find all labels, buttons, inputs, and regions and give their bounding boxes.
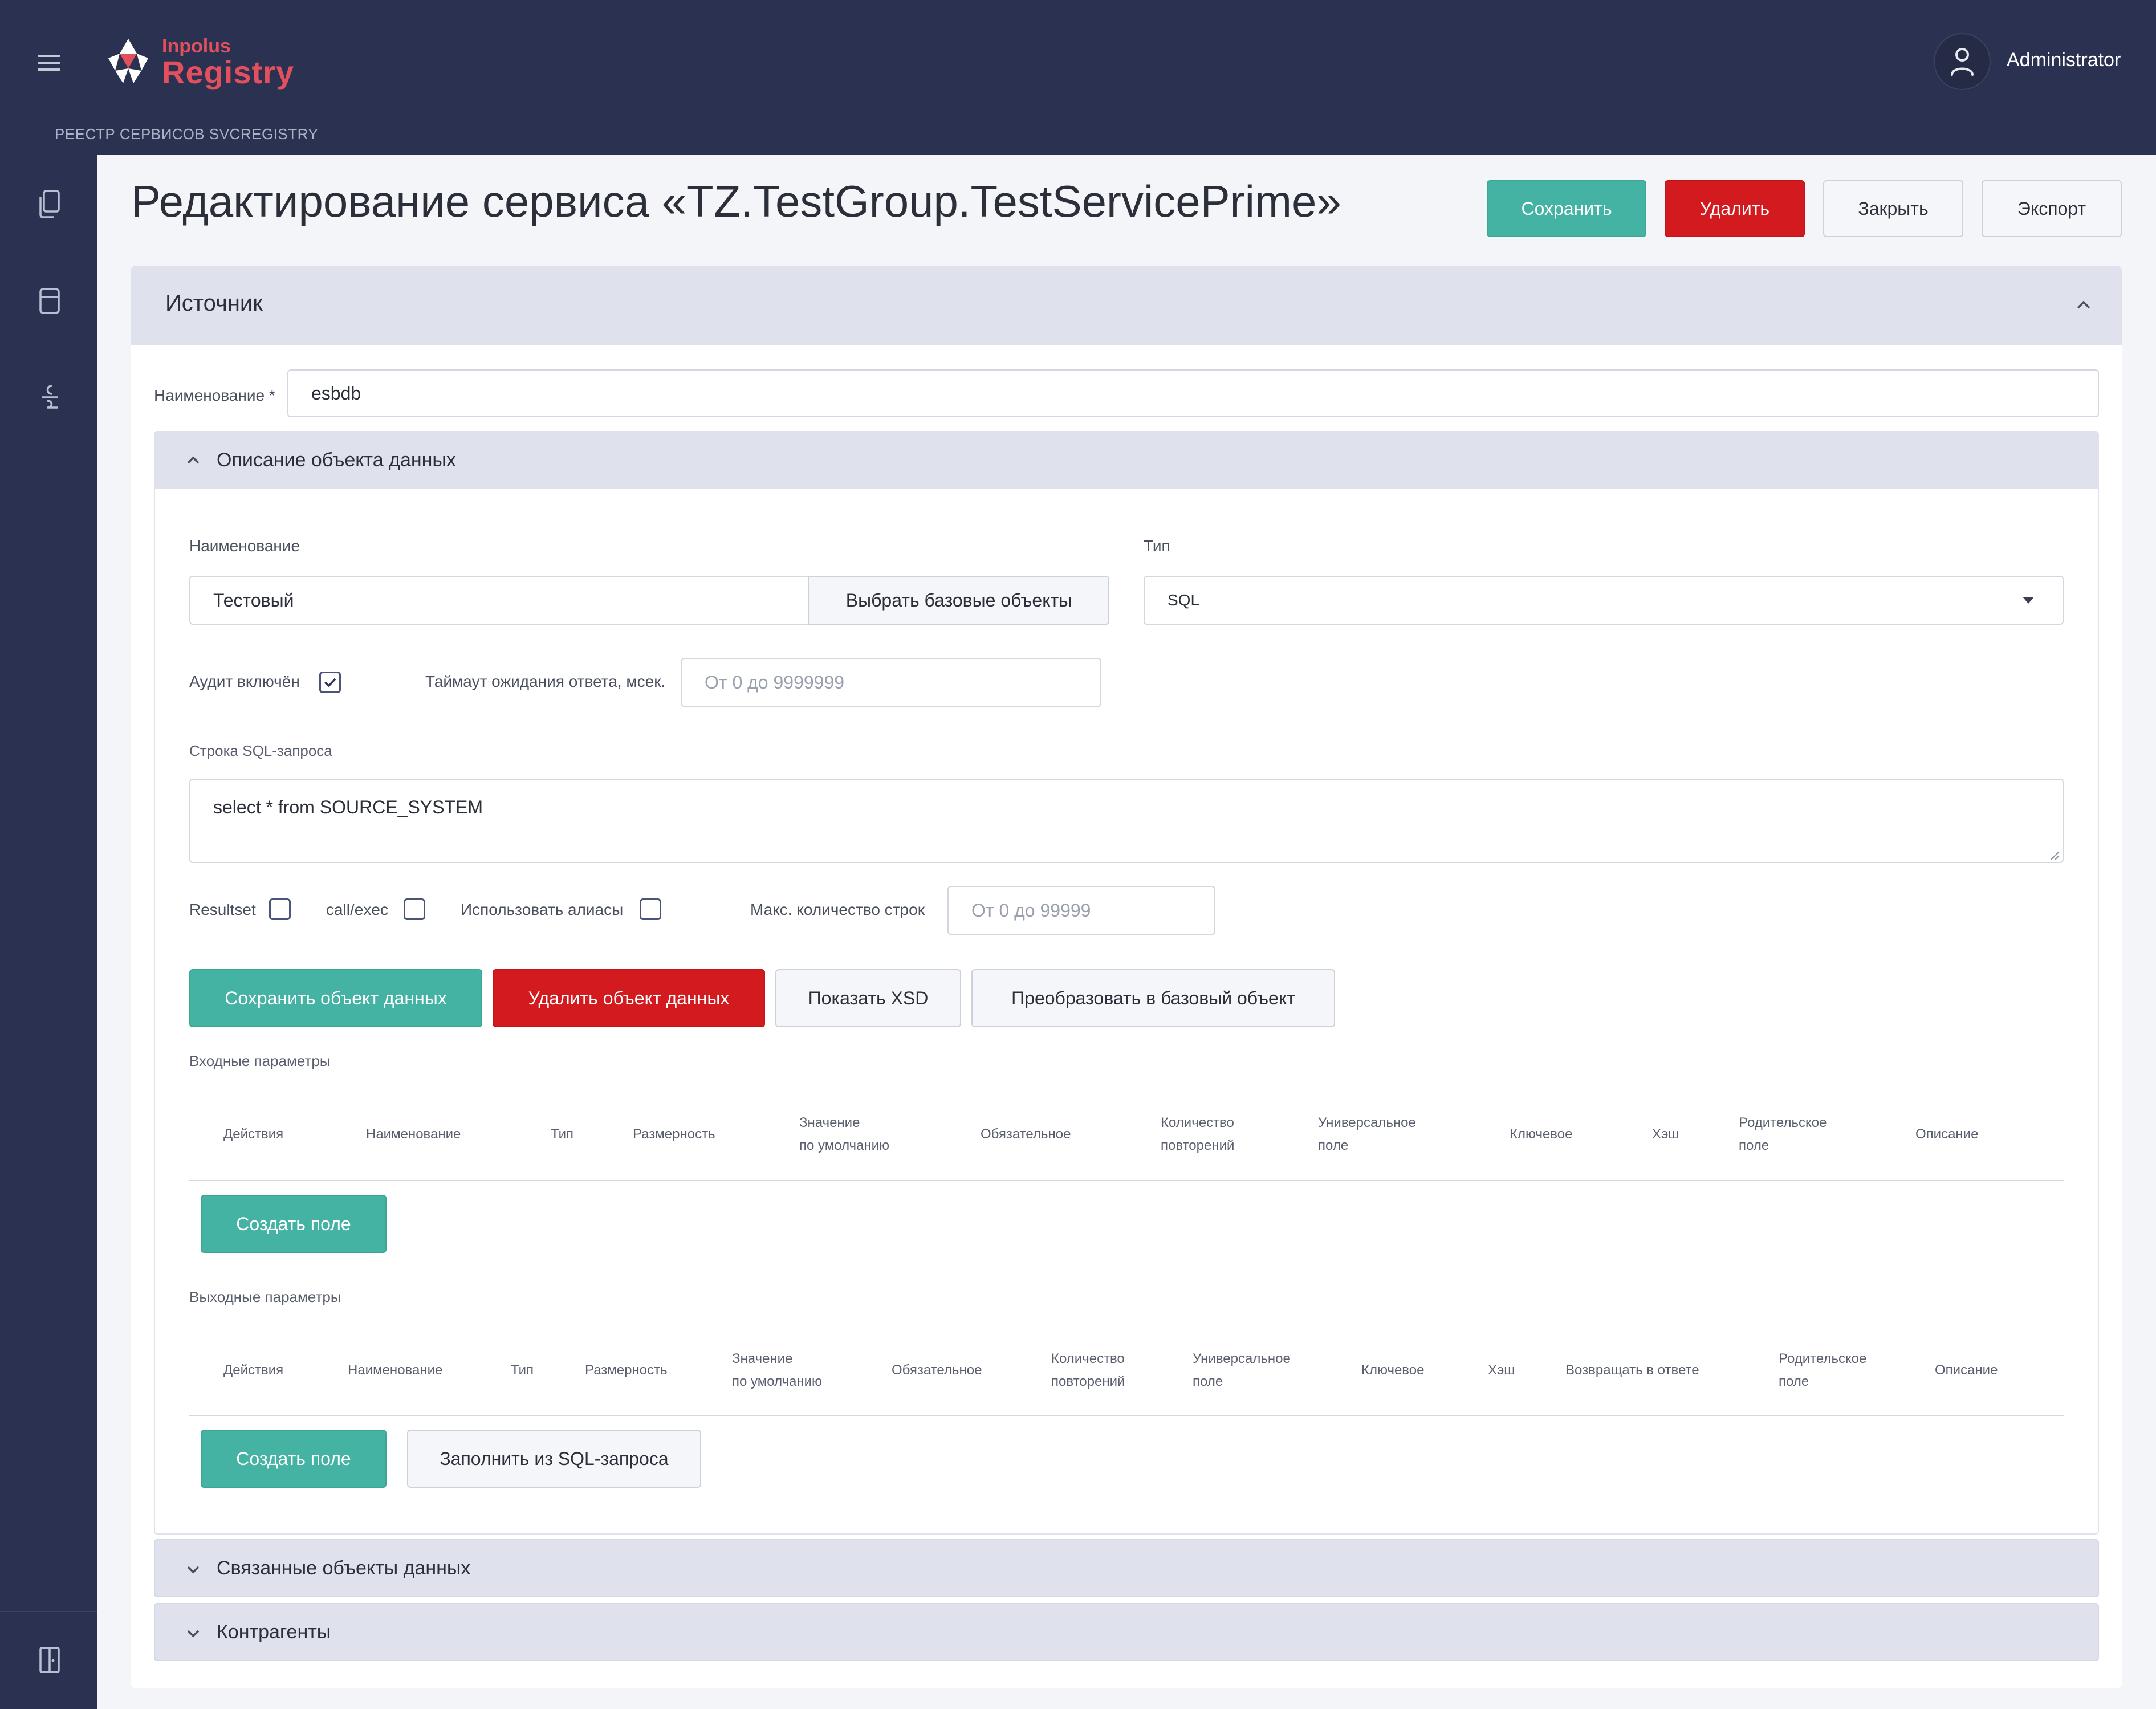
output-col-universal: Универсальное поле — [1193, 1351, 1291, 1389]
timeout-label: Таймаут ожидания ответа, мсек. — [425, 673, 666, 690]
input-col-repeats: Количество повторений — [1161, 1115, 1235, 1153]
input-col-name: Наименование — [366, 1126, 461, 1142]
type-select[interactable]: SQL — [1144, 576, 2064, 625]
dropdown-arrow-icon[interactable] — [2023, 597, 2034, 604]
source-name-input[interactable]: esbdb — [287, 369, 2099, 417]
output-col-name: Наименование — [348, 1362, 443, 1378]
documents-icon[interactable] — [36, 189, 63, 219]
output-col-actions: Действия — [223, 1362, 284, 1378]
chevron-down-icon[interactable] — [185, 1625, 202, 1642]
contractors-title: Контрагенты — [217, 1621, 331, 1643]
input-create-field-button[interactable]: Создать поле — [201, 1195, 387, 1253]
sidebar — [0, 155, 97, 1709]
output-table-divider — [189, 1415, 2064, 1416]
sql-label: Строка SQL-запроса — [189, 742, 332, 759]
type-label: Тип — [1144, 537, 1170, 555]
data-object-title: Описание объекта данных — [217, 449, 456, 471]
input-col-hash: Хэш — [1652, 1126, 1679, 1142]
input-col-default: Значение по умолчанию — [799, 1115, 890, 1153]
output-params-title: Выходные параметры — [189, 1288, 341, 1305]
save-data-object-button[interactable]: Сохранить объект данных — [189, 969, 482, 1027]
aliases-checkbox[interactable] — [640, 898, 661, 920]
save-button[interactable]: Сохранить — [1487, 180, 1646, 237]
show-xsd-button[interactable]: Показать XSD — [775, 969, 961, 1027]
output-col-parent: Родительское поле — [1779, 1351, 1867, 1389]
logout-icon[interactable] — [36, 1645, 63, 1675]
output-col-type: Тип — [511, 1362, 534, 1378]
check-icon — [324, 678, 336, 687]
output-col-return: Возвращать в ответе — [1565, 1362, 1699, 1378]
input-col-parent: Родительское поле — [1739, 1115, 1827, 1153]
resize-handle-icon[interactable] — [2049, 849, 2060, 861]
user-icon — [1951, 48, 1974, 76]
sql-textarea[interactable]: select * from SOURCE_SYSTEM — [189, 779, 2064, 863]
integration-icon[interactable] — [36, 382, 63, 412]
input-params-title: Входные параметры — [189, 1052, 331, 1069]
output-col-repeats: Количество повторений — [1051, 1351, 1125, 1389]
chevron-down-icon[interactable] — [185, 1561, 202, 1578]
fill-from-sql-button[interactable]: Заполнить из SQL-запроса — [407, 1430, 701, 1488]
source-card-header[interactable] — [131, 266, 2122, 345]
top-header: Inpolus Registry РЕЕСТР СЕРВИСОВ SVCREGI… — [0, 0, 2156, 155]
object-name-label: Наименование — [189, 537, 300, 555]
audit-checkbox[interactable] — [319, 672, 341, 693]
convert-to-base-button[interactable]: Преобразовать в базовый объект — [971, 969, 1335, 1027]
close-button[interactable]: Закрыть — [1823, 180, 1963, 237]
sidebar-divider — [0, 1611, 97, 1612]
delete-data-object-button[interactable]: Удалить объект данных — [493, 969, 765, 1027]
output-col-hash: Хэш — [1488, 1362, 1515, 1378]
page-title: Редактирование сервиса «TZ.TestGroup.Tes… — [131, 176, 1341, 226]
resultset-label: Resultset — [189, 901, 256, 918]
menu-icon[interactable] — [38, 55, 60, 71]
input-col-actions: Действия — [223, 1126, 284, 1142]
max-rows-label: Макс. количество строк — [750, 901, 925, 918]
callexec-checkbox[interactable] — [404, 898, 425, 920]
chevron-up-icon[interactable] — [2075, 296, 2092, 314]
output-col-default: Значение по умолчанию — [732, 1351, 823, 1389]
output-col-key: Ключевое — [1361, 1362, 1425, 1378]
output-col-required: Обязательное — [892, 1362, 982, 1378]
input-col-universal: Универсальное поле — [1318, 1115, 1416, 1153]
input-col-dimension: Размерность — [633, 1126, 715, 1142]
source-title: Источник — [165, 291, 263, 316]
resultset-checkbox[interactable] — [269, 898, 291, 920]
callexec-label: call/exec — [326, 901, 388, 918]
user-avatar[interactable] — [1934, 33, 1991, 90]
input-col-type: Тип — [551, 1126, 574, 1142]
audit-label: Аудит включён — [189, 673, 300, 690]
choose-base-objects-button[interactable]: Выбрать базовые объекты — [808, 576, 1109, 625]
aliases-label: Использовать алиасы — [461, 901, 624, 918]
output-create-field-button[interactable]: Создать поле — [201, 1430, 387, 1488]
max-rows-input[interactable]: От 0 до 99999 — [947, 886, 1215, 935]
chevron-up-icon[interactable] — [185, 451, 202, 469]
input-col-required: Обязательное — [981, 1126, 1071, 1142]
related-objects-title: Связанные объекты данных — [217, 1557, 471, 1579]
source-name-label: Наименование * — [154, 386, 275, 404]
input-col-key: Ключевое — [1510, 1126, 1573, 1142]
input-col-description: Описание — [1915, 1126, 1979, 1142]
delete-button[interactable]: Удалить — [1665, 180, 1805, 237]
database-icon[interactable] — [36, 286, 63, 316]
app-subtitle: РЕЕСТР СЕРВИСОВ SVCREGISTRY — [55, 125, 319, 143]
contractors-section[interactable] — [154, 1603, 2099, 1661]
timeout-input[interactable]: От 0 до 9999999 — [681, 658, 1101, 707]
object-name-input[interactable]: Тестовый — [189, 576, 811, 625]
logo-icon — [108, 39, 148, 83]
input-table-divider — [189, 1180, 2064, 1181]
output-col-dimension: Размерность — [585, 1362, 668, 1378]
export-button[interactable]: Экспорт — [1982, 180, 2122, 237]
output-col-description: Описание — [1935, 1362, 1998, 1378]
logo-brand-name: Registry — [162, 54, 295, 90]
user-name[interactable]: Administrator — [2007, 49, 2121, 71]
